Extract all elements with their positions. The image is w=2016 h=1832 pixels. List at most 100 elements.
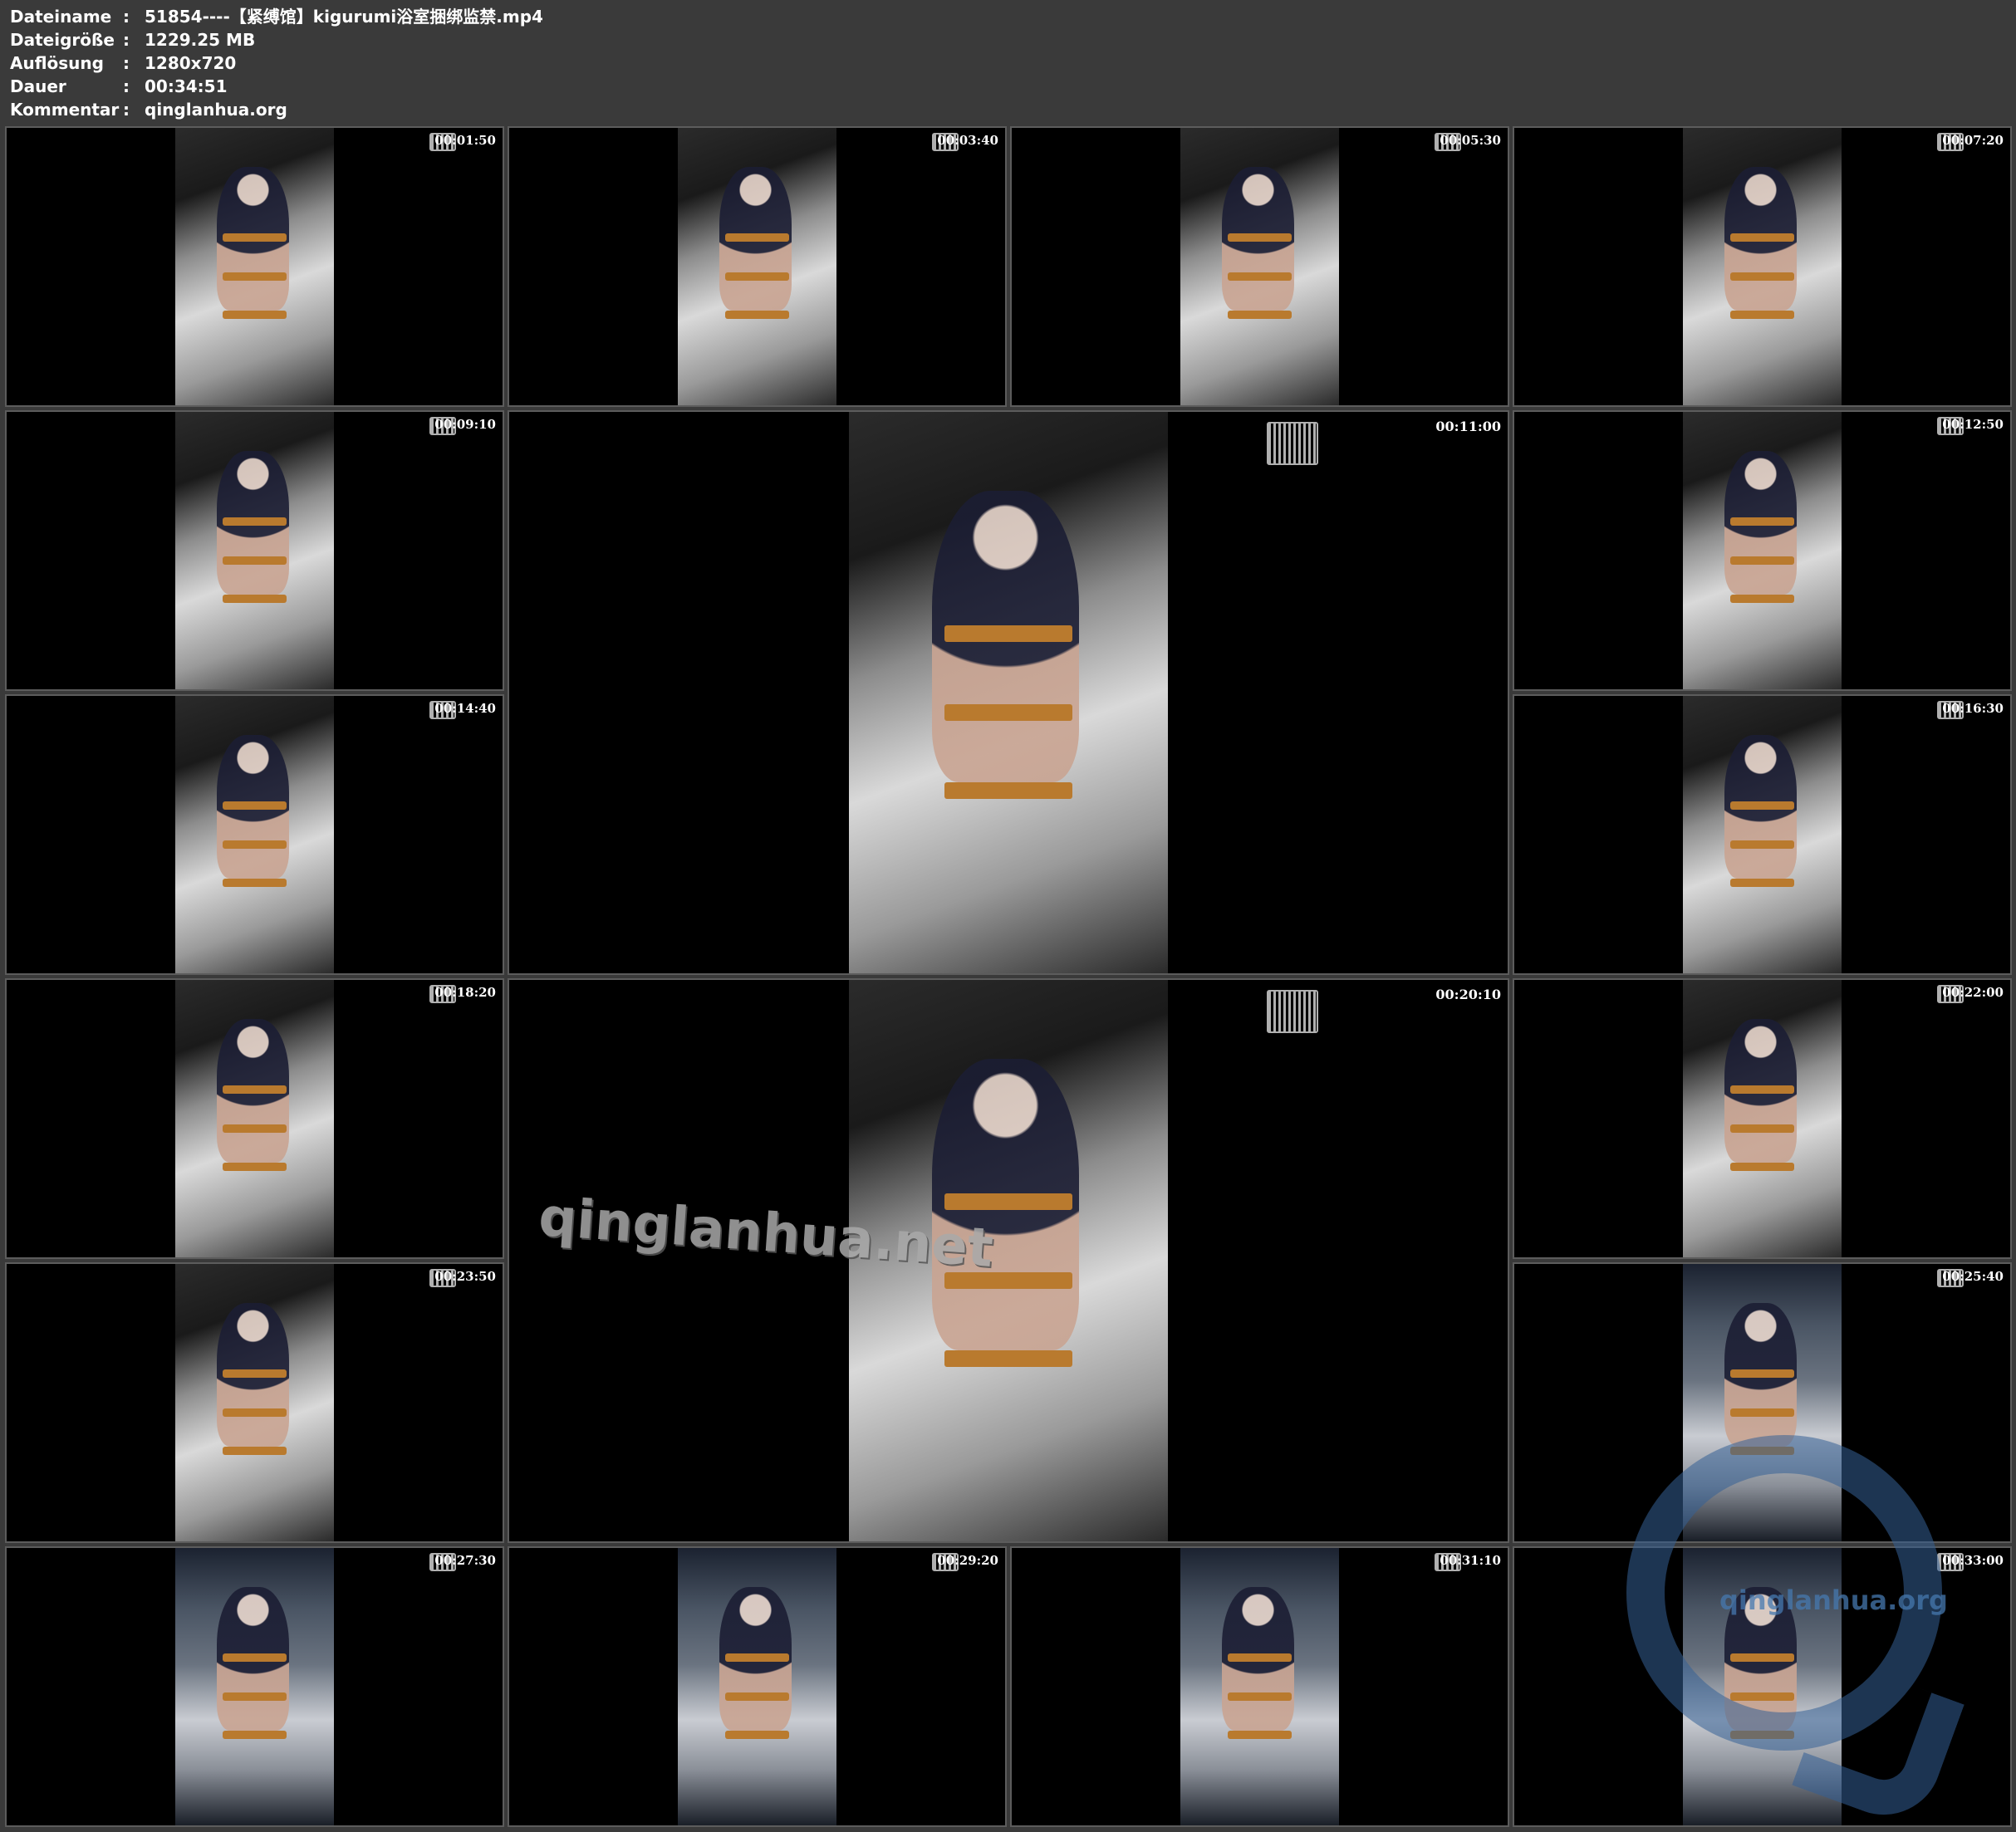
rope-band	[223, 1447, 287, 1456]
rope-band	[944, 625, 1072, 643]
rope-band	[944, 782, 1072, 800]
rope-band	[1730, 311, 1794, 320]
rope-band	[725, 233, 789, 242]
rope-band	[1730, 272, 1794, 281]
header-colon: :	[123, 53, 130, 73]
video-thumbnail: 00:18:20	[5, 978, 504, 1259]
video-thumbnail: 00:29:20	[508, 1546, 1007, 1827]
rope-band	[223, 1653, 287, 1662]
rope-band	[1228, 233, 1292, 242]
rope-band	[1730, 233, 1794, 242]
header-value: 51854----【紧缚馆】kigurumi浴室捆绑监禁.mp4	[145, 7, 543, 27]
video-frame	[848, 412, 1169, 973]
video-thumbnail: 00:03:40	[508, 126, 1007, 407]
rope-band	[1228, 311, 1292, 320]
timestamp-label: 00:20:10	[1435, 987, 1501, 1002]
video-thumbnail: 00:09:10	[5, 410, 504, 691]
video-frame	[1180, 128, 1339, 405]
rope-band	[223, 879, 287, 888]
header-colon: :	[123, 7, 130, 27]
rope-band	[1730, 595, 1794, 604]
header-value: qinglanhua.org	[145, 100, 287, 120]
header-colon: :	[123, 100, 130, 120]
rope-band	[1730, 1369, 1794, 1378]
rope-band	[223, 1692, 287, 1701]
rope-band	[944, 1350, 1072, 1368]
rope-band	[1730, 879, 1794, 888]
video-frame	[174, 980, 334, 1257]
header-label: Dateiname	[10, 7, 112, 27]
video-thumbnail: 00:05:30	[1010, 126, 1509, 407]
rope-band	[223, 1731, 287, 1740]
rope-band	[1730, 517, 1794, 526]
video-frame	[1682, 980, 1842, 1257]
header-value: 00:34:51	[145, 76, 228, 96]
timestamp-label: 00:31:10	[1440, 1553, 1501, 1568]
video-thumbnail: 00:27:30	[5, 1546, 504, 1827]
timestamp-label: 00:25:40	[1942, 1269, 2004, 1284]
header-row: Dateiname:51854----【紧缚馆】kigurumi浴室捆绑监禁.m…	[10, 5, 543, 28]
rope-band	[725, 1692, 789, 1701]
timestamp-label: 00:14:40	[434, 701, 496, 716]
video-thumbnail: 00:16:30	[1513, 694, 2012, 975]
video-frame	[677, 1548, 836, 1825]
video-frame	[1682, 696, 1842, 973]
rope-band	[223, 311, 287, 320]
rope-band	[1730, 1408, 1794, 1417]
rope-band	[725, 311, 789, 320]
timestamp-label: 00:01:50	[434, 133, 496, 148]
rope-band	[944, 1193, 1072, 1211]
rope-band	[223, 595, 287, 604]
rope-band	[223, 1163, 287, 1172]
video-frame	[1682, 128, 1842, 405]
timestamp-label: 00:11:00	[1435, 419, 1501, 434]
rope-band	[1228, 1653, 1292, 1662]
video-thumbnail: 00:31:10	[1010, 1546, 1509, 1827]
video-thumbnail: 00:11:00	[508, 410, 1509, 975]
rope-band	[1730, 1085, 1794, 1094]
video-thumbnail: 00:23:50	[5, 1262, 504, 1543]
video-thumbnail: 00:14:40	[5, 694, 504, 975]
video-thumbnail: 00:07:20	[1513, 126, 2012, 407]
timestamp-label: 00:09:10	[434, 417, 496, 432]
rope-band	[1730, 556, 1794, 565]
timestamp-label: 00:05:30	[1440, 133, 1501, 148]
video-editor-logo-icon	[1267, 422, 1318, 465]
rope-band	[223, 1369, 287, 1378]
timestamp-label: 00:22:00	[1942, 985, 2004, 1000]
rope-band	[725, 1731, 789, 1740]
header-colon: :	[123, 30, 130, 50]
rope-band	[1228, 272, 1292, 281]
rope-band	[1228, 1692, 1292, 1701]
rope-band	[223, 233, 287, 242]
header-label: Dauer	[10, 76, 66, 96]
rope-band	[1730, 1124, 1794, 1133]
rope-band	[725, 1653, 789, 1662]
header-row: Dauer:00:34:51	[10, 75, 543, 98]
video-editor-logo-icon	[1267, 990, 1318, 1033]
rope-band	[1730, 801, 1794, 810]
header-colon: :	[123, 76, 130, 96]
file-info-header: Dateiname:51854----【紧缚馆】kigurumi浴室捆绑监禁.m…	[10, 5, 543, 121]
rope-band	[725, 272, 789, 281]
timestamp-label: 00:07:20	[1942, 133, 2004, 148]
rope-band	[223, 801, 287, 810]
corner-watermark-text: qinglanhua.org	[1719, 1585, 1948, 1616]
timestamp-label: 00:33:00	[1942, 1553, 2004, 1568]
rope-band	[1730, 840, 1794, 849]
rope-band	[223, 1124, 287, 1133]
rope-band	[223, 1085, 287, 1094]
rope-band	[223, 840, 287, 849]
header-label: Auflösung	[10, 53, 104, 73]
video-frame	[174, 128, 334, 405]
video-frame	[677, 128, 836, 405]
rope-band	[223, 272, 287, 281]
header-row: Dateigröße:1229.25 MB	[10, 28, 543, 51]
rope-band	[944, 703, 1072, 721]
video-frame	[1180, 1548, 1339, 1825]
rope-band	[223, 517, 287, 526]
rope-band	[223, 1408, 287, 1417]
header-value: 1280x720	[145, 53, 237, 73]
header-value: 1229.25 MB	[145, 30, 256, 50]
timestamp-label: 00:29:20	[937, 1553, 998, 1568]
